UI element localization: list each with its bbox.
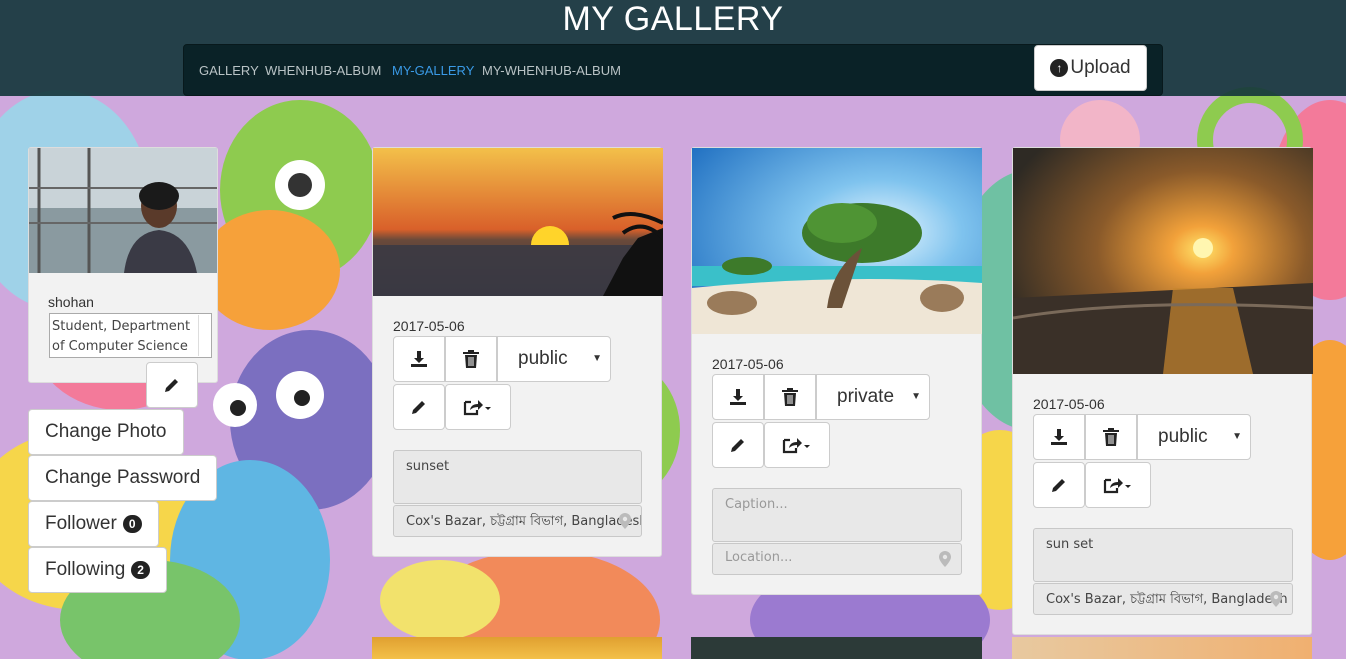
share-icon xyxy=(1103,478,1131,494)
change-password-button[interactable]: Change Password xyxy=(28,455,218,501)
map-pin-icon xyxy=(939,551,951,567)
upload-icon: ↑ xyxy=(1050,59,1069,77)
pencil-icon xyxy=(165,379,178,392)
photo-card: 2017-05-06 public ▼ sun set Cox's Bazar, … xyxy=(1012,147,1313,635)
share-dropdown-button[interactable] xyxy=(445,384,511,430)
location-field[interactable]: Cox's Bazar, চট্টগ্রাম বিভাগ, Bangladesh xyxy=(393,505,642,537)
change-photo-button[interactable]: Change Photo xyxy=(28,409,184,455)
share-icon xyxy=(782,438,810,454)
navbar: GALLERY WHENHUB-ALBUM MY-GALLERY MY-WHEN… xyxy=(183,44,1163,96)
upload-label: Upload xyxy=(1070,57,1131,78)
delete-button[interactable] xyxy=(764,374,816,420)
follower-button[interactable]: Follower 0 xyxy=(28,501,159,547)
caption-field[interactable]: sunset xyxy=(393,450,642,504)
profile-bio-text: Student, Department of Computer Science xyxy=(52,319,191,354)
trash-icon xyxy=(1103,428,1119,446)
change-password-label: Change Password xyxy=(45,467,201,488)
privacy-select[interactable]: private ▼ xyxy=(816,374,930,420)
location-placeholder: Location... xyxy=(725,550,793,565)
download-button[interactable] xyxy=(1033,414,1085,460)
privacy-select[interactable]: public ▼ xyxy=(1137,414,1251,460)
upload-button[interactable]: ↑ Upload xyxy=(1034,45,1147,91)
follower-label: Follower xyxy=(45,513,117,534)
download-icon xyxy=(730,389,746,405)
chevron-down-icon: ▼ xyxy=(911,391,921,402)
change-photo-label: Change Photo xyxy=(45,421,167,442)
profile-bio[interactable]: Student, Department of Computer Science xyxy=(49,313,212,358)
profile-card: shohan Student, Department of Computer S… xyxy=(28,147,218,383)
nav-item-whenhub-album[interactable]: WHENHUB-ALBUM xyxy=(265,63,381,78)
page-title: MY GALLERY xyxy=(562,0,784,38)
photo-image[interactable] xyxy=(1013,148,1313,374)
edit-profile-button[interactable] xyxy=(146,362,198,408)
photo-date: 2017-05-06 xyxy=(393,318,465,334)
privacy-select[interactable]: public ▼ xyxy=(497,336,611,382)
share-dropdown-button[interactable] xyxy=(1085,462,1151,508)
bio-scrollbar[interactable] xyxy=(198,315,210,356)
caption-field[interactable]: Caption... xyxy=(712,488,962,542)
download-icon xyxy=(411,351,427,367)
photo-image-next-row[interactable] xyxy=(1012,637,1312,659)
photo-date: 2017-05-06 xyxy=(1033,396,1105,412)
nav-item-my-whenhub-album[interactable]: MY-WHENHUB-ALBUM xyxy=(482,63,621,78)
following-label: Following xyxy=(45,559,126,580)
profile-photo[interactable] xyxy=(29,148,217,273)
trash-icon xyxy=(782,388,798,406)
delete-button[interactable] xyxy=(1085,414,1137,460)
download-button[interactable] xyxy=(393,336,445,382)
privacy-value: public xyxy=(1158,426,1208,447)
privacy-value: public xyxy=(518,348,568,369)
share-icon xyxy=(463,400,491,416)
photo-card: 2017-05-06 public ▼ sunset Cox's Bazar, চ… xyxy=(372,147,663,557)
privacy-value: private xyxy=(837,386,895,407)
pencil-icon xyxy=(731,439,744,452)
nav-item-gallery[interactable]: GALLERY xyxy=(199,63,259,78)
photo-image[interactable] xyxy=(692,148,982,334)
photo-image[interactable] xyxy=(373,148,663,296)
chevron-down-icon: ▼ xyxy=(592,353,602,364)
header-bar: MY GALLERY GALLERY WHENHUB-ALBUM MY-GALL… xyxy=(0,0,1346,96)
follower-count-badge: 0 xyxy=(122,515,142,533)
caption-field[interactable]: sun set xyxy=(1033,528,1293,582)
location-text: Cox's Bazar, চট্টগ্রাম বিভাগ, Bangladesh xyxy=(1046,592,1288,607)
chevron-down-icon: ▼ xyxy=(1232,431,1242,442)
delete-button[interactable] xyxy=(445,336,497,382)
photo-image-next-row[interactable] xyxy=(372,637,662,659)
photo-image-next-row[interactable] xyxy=(691,637,982,659)
edit-button[interactable] xyxy=(1033,462,1085,508)
location-field[interactable]: Cox's Bazar, চট্টগ্রাম বিভাগ, Bangladesh xyxy=(1033,583,1293,615)
following-count-badge: 2 xyxy=(131,561,150,579)
map-pin-icon xyxy=(1270,591,1282,607)
location-field[interactable]: Location... xyxy=(712,543,962,575)
edit-button[interactable] xyxy=(712,422,764,468)
photo-date: 2017-05-06 xyxy=(712,356,784,372)
share-dropdown-button[interactable] xyxy=(764,422,830,468)
download-icon xyxy=(1051,429,1067,445)
edit-button[interactable] xyxy=(393,384,445,430)
trash-icon xyxy=(463,350,479,368)
map-pin-icon xyxy=(619,513,631,529)
pencil-icon xyxy=(412,401,425,414)
photo-card: 2017-05-06 private ▼ Caption... Location.… xyxy=(691,147,982,595)
profile-username: shohan xyxy=(48,294,94,310)
pencil-icon xyxy=(1052,479,1065,492)
location-text: Cox's Bazar, চট্টগ্রাম বিভাগ, Bangladesh xyxy=(406,514,642,529)
download-button[interactable] xyxy=(712,374,764,420)
nav-item-my-gallery[interactable]: MY-GALLERY xyxy=(392,63,474,78)
following-button[interactable]: Following 2 xyxy=(28,547,167,593)
